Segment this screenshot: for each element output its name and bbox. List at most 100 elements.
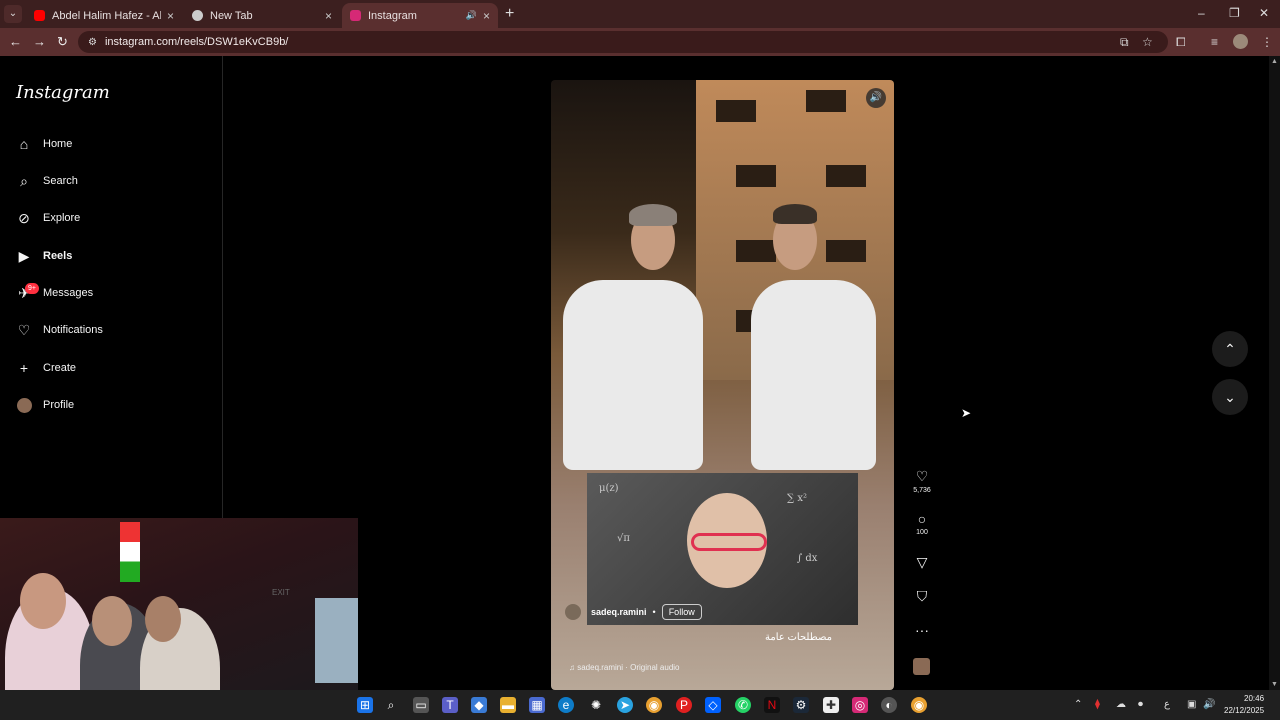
red-glasses — [691, 533, 767, 551]
chatgpt-icon[interactable]: ✺ — [588, 697, 604, 713]
install-app-icon[interactable]: ⧉ — [1120, 35, 1129, 50]
page-scrollbar[interactable]: ▲ ▼ — [1269, 56, 1280, 690]
tray-app-icon[interactable]: ⧫ — [1095, 699, 1100, 710]
like-button[interactable]: ♡ 5,736 — [905, 468, 939, 494]
heart-icon: ♡ — [915, 468, 929, 484]
sidebar-item-create[interactable]: + Create — [16, 360, 76, 376]
video-person-right — [751, 280, 876, 470]
overlay-image-kid-chalkboard: μ(z) ∑ x² √π ∫ dx — [587, 473, 858, 625]
scroll-up-icon[interactable]: ▲ — [1271, 58, 1278, 65]
heart-icon: ♡ — [17, 321, 31, 338]
network-icon[interactable]: ▣ — [1187, 699, 1196, 710]
sidebar-item-home[interactable]: ⌂ Home — [16, 136, 73, 152]
reel-audio[interactable]: ♫ sadeq.ramini · Original audio — [569, 663, 680, 672]
speaker-icon[interactable]: 🔊 — [466, 10, 477, 21]
copilot-icon[interactable]: ◆ — [471, 697, 487, 713]
steam-icon[interactable]: ⚙ — [793, 697, 809, 713]
follow-button[interactable]: Follow — [661, 604, 702, 620]
more-options-button[interactable]: ··· — [905, 622, 939, 638]
instagram-logo[interactable]: Instagram — [16, 82, 110, 103]
volume-icon[interactable]: 🔊 — [1203, 699, 1215, 710]
reel-author: sadeq.ramini • Follow — [565, 604, 702, 620]
sidebar-item-label: Profile — [43, 399, 75, 411]
onedrive-icon[interactable]: ☁ — [1116, 699, 1126, 710]
close-window-button[interactable]: ✕ — [1259, 6, 1269, 20]
dropbox-icon[interactable]: ◇ — [705, 697, 721, 713]
whatsapp-icon[interactable]: ✆ — [735, 697, 751, 713]
instagram-icon[interactable]: ◎ — [852, 697, 868, 713]
date: 22/12/2025 — [1224, 706, 1265, 715]
site-info-icon[interactable]: ⚙ — [88, 37, 97, 48]
comment-button[interactable]: ○ 100 — [905, 511, 939, 536]
tab-title: Abdel Halim Hafez - Ala Hesb W — [52, 9, 161, 22]
mouse-cursor-icon: ➤ — [961, 406, 972, 420]
save-button[interactable]: ⛉ — [905, 588, 939, 605]
minimize-button[interactable]: – — [1198, 6, 1205, 20]
pinterest-icon[interactable]: P — [676, 697, 692, 713]
audio-label: sadeq.ramini · Original audio — [577, 663, 680, 672]
plus-icon: + — [19, 360, 29, 376]
sidebar-item-search[interactable]: ⌕ Search — [16, 173, 78, 189]
next-reel-button[interactable]: ⌄ — [1212, 379, 1248, 415]
chrome-active-icon[interactable]: ◉ — [911, 697, 927, 713]
sidebar-item-profile[interactable]: Profile — [16, 397, 74, 413]
chrome-icon[interactable]: ◉ — [646, 697, 662, 713]
instagram-icon — [350, 10, 361, 21]
exit-sign: EXIT — [272, 588, 290, 597]
restore-button[interactable]: ❐ — [1229, 6, 1240, 20]
language-icon[interactable]: ع — [1164, 699, 1170, 710]
search-icon: ⌕ — [20, 172, 28, 189]
sidebar-item-notifications[interactable]: ♡ Notifications — [16, 322, 103, 338]
reload-button[interactable]: ↻ — [57, 34, 68, 50]
tab-instagram[interactable]: Instagram 🔊 × — [342, 3, 498, 28]
scroll-down-icon[interactable]: ▼ — [1271, 681, 1278, 688]
previous-reel-button[interactable]: ⌃ — [1212, 331, 1248, 367]
avatar[interactable] — [565, 604, 581, 620]
sidebar-item-label: Reels — [43, 250, 73, 262]
tab-search-button[interactable]: ⌄ — [4, 5, 22, 23]
browser-profile-avatar[interactable] — [1233, 34, 1248, 49]
avatar — [16, 397, 32, 413]
share-button[interactable]: ▽ — [905, 554, 939, 571]
sidebar-item-explore[interactable]: ⊘ Explore — [16, 210, 80, 226]
task-view-icon[interactable]: ▭ — [413, 697, 429, 713]
media-controls-icon[interactable]: ≡ — [1211, 35, 1218, 49]
chevron-up-icon[interactable]: ⌃ — [1074, 699, 1082, 710]
sidebar-item-label: Notifications — [43, 324, 103, 336]
clock[interactable]: 20:46 22/12/2025 — [1224, 693, 1264, 717]
microphone-icon[interactable]: ⏺ — [1138, 699, 1143, 710]
reel-caption[interactable]: مصطلحات عامة — [765, 632, 832, 643]
messages-badge: 9+ — [25, 283, 39, 294]
search-icon[interactable]: ⌕ — [383, 697, 399, 713]
sidebar-item-label: Messages — [43, 287, 94, 299]
netflix-icon[interactable]: N — [764, 697, 780, 713]
extensions-icon[interactable]: ⧠ — [1176, 35, 1186, 50]
audio-thumbnail[interactable] — [913, 658, 930, 675]
monitor-screen — [315, 598, 358, 683]
file-explorer-icon[interactable]: ▬ — [500, 697, 516, 713]
telegram-icon[interactable]: ➤ — [617, 697, 633, 713]
tab-new-tab[interactable]: New Tab × — [184, 3, 340, 28]
close-icon[interactable]: × — [325, 9, 332, 23]
back-button[interactable]: ← — [9, 34, 22, 49]
close-icon[interactable]: × — [483, 9, 490, 23]
username[interactable]: sadeq.ramini — [591, 607, 647, 617]
new-tab-button[interactable]: + — [505, 5, 514, 23]
audio-toggle-button[interactable]: 🔊 — [866, 88, 886, 108]
capcut-icon[interactable]: ✚ — [823, 697, 839, 713]
tab-youtube[interactable]: Abdel Halim Hafez - Ala Hesb W × — [26, 3, 182, 28]
sidebar-item-reels[interactable]: ▶ Reels — [16, 248, 73, 264]
menu-icon[interactable]: ⋮ — [1261, 35, 1273, 49]
close-icon[interactable]: × — [167, 9, 174, 23]
address-bar[interactable]: ⚙ instagram.com/reels/DSW1eKvCB9b/ — [78, 31, 1168, 53]
forward-button[interactable]: → — [33, 34, 46, 49]
store-icon[interactable]: ▦ — [529, 697, 545, 713]
app-icon[interactable]: ◐ — [881, 697, 897, 713]
reel-video[interactable]: μ(z) ∑ x² √π ∫ dx 🔊 sadeq.ramini • Follo… — [551, 80, 894, 690]
windows-start-icon[interactable]: ⊞ — [357, 697, 373, 713]
bookmark-star-icon[interactable]: ☆ — [1142, 35, 1153, 49]
bookmark-icon: ⛉ — [916, 588, 928, 604]
edge-icon[interactable]: e — [558, 697, 574, 713]
comment-icon: ○ — [917, 511, 927, 527]
teams-icon[interactable]: T — [442, 697, 458, 713]
